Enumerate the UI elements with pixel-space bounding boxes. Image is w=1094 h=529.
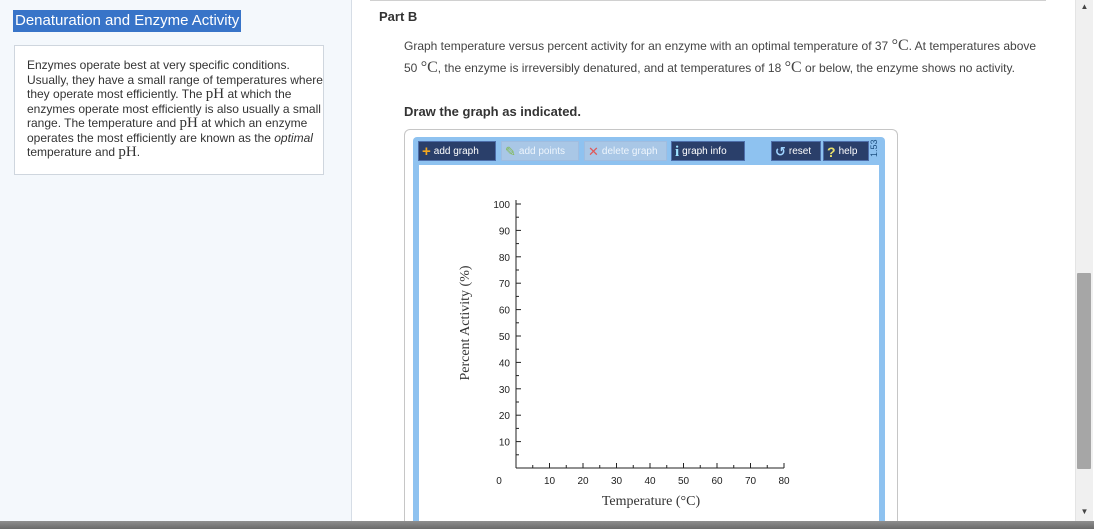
x-icon: ✕ [588, 144, 599, 159]
x-tick-label: 40 [644, 476, 656, 487]
graph-axes: 0 10 20 30 40 50 60 70 80 10 20 30 40 50 60 70 80 90 100 [493, 200, 790, 487]
instruction: Draw the graph as indicated. [404, 104, 581, 119]
y-tick-label: 10 [499, 438, 511, 449]
x-tick-label: 70 [745, 476, 757, 487]
optimal-emphasis: optimal [274, 130, 313, 145]
x-tick-label: 60 [711, 476, 723, 487]
y-tick-label: 60 [499, 306, 511, 317]
y-tick-label: 80 [499, 253, 511, 264]
x-axis-label: Temperature (°C) [602, 494, 701, 509]
intro-box: Enzymes operate best at very specific co… [14, 45, 324, 175]
graph-info-button[interactable]: i graph info [671, 141, 745, 161]
add-points-button[interactable]: ✎ add points [501, 141, 579, 161]
x-tick-label: 0 [496, 476, 502, 487]
graph-canvas[interactable]: 0 10 20 30 40 50 60 70 80 10 20 30 40 50 60 70 80 90 100 T… [419, 165, 879, 521]
x-tick-label: 20 [577, 476, 589, 487]
add-graph-button[interactable]: + add graph [418, 141, 496, 161]
scrollbar-thumb[interactable] [1077, 273, 1091, 469]
x-tick-label: 30 [611, 476, 623, 487]
vertical-scrollbar[interactable]: ▲ ▼ [1075, 0, 1093, 521]
scroll-up-arrow-icon[interactable]: ▲ [1076, 0, 1093, 14]
module-title: Denaturation and Enzyme Activity [13, 10, 242, 32]
y-tick-label: 20 [499, 411, 511, 422]
bottom-bar [0, 521, 1094, 529]
graph-toolbar: + add graph ✎ add points ✕ delete graph i gr… [418, 141, 878, 163]
scroll-down-arrow-icon[interactable]: ▼ [1076, 505, 1093, 519]
part-title: Part B [379, 9, 418, 24]
y-tick-label: 70 [499, 279, 511, 290]
y-tick-label: 100 [493, 200, 510, 211]
graph-svg[interactable]: 0 10 20 30 40 50 60 70 80 10 20 30 40 50 60 70 80 90 100 T… [419, 165, 879, 521]
delete-graph-button[interactable]: ✕ delete graph [584, 141, 667, 161]
intro-text: Enzymes operate best at very specific co… [27, 58, 323, 160]
y-tick-label: 50 [499, 332, 511, 343]
help-button[interactable]: ? help [823, 141, 869, 161]
reset-arrow-icon: ↺ [775, 144, 786, 159]
question-text: Graph temperature versus percent activit… [404, 37, 1037, 76]
reset-button[interactable]: ↺ reset [771, 141, 821, 161]
ph-symbol: pH [179, 115, 198, 131]
y-tick-label: 90 [499, 226, 511, 237]
y-axis-label: Percent Activity (%) [458, 265, 473, 380]
x-tick-label: 50 [678, 476, 690, 487]
info-icon: i [675, 144, 680, 160]
question-icon: ? [827, 144, 836, 160]
x-tick-label: 10 [544, 476, 556, 487]
version-label: 1.53 [869, 139, 879, 157]
top-divider [370, 0, 1046, 1]
ph-symbol: pH [118, 144, 137, 160]
plus-icon: + [422, 143, 431, 160]
y-tick-label: 40 [499, 358, 511, 369]
x-tick-label: 80 [778, 476, 790, 487]
pencil-icon: ✎ [505, 144, 516, 159]
ph-symbol: pH [205, 86, 225, 102]
y-tick-label: 30 [499, 385, 511, 396]
left-panel: Denaturation and Enzyme Activity Enzymes… [0, 0, 352, 521]
